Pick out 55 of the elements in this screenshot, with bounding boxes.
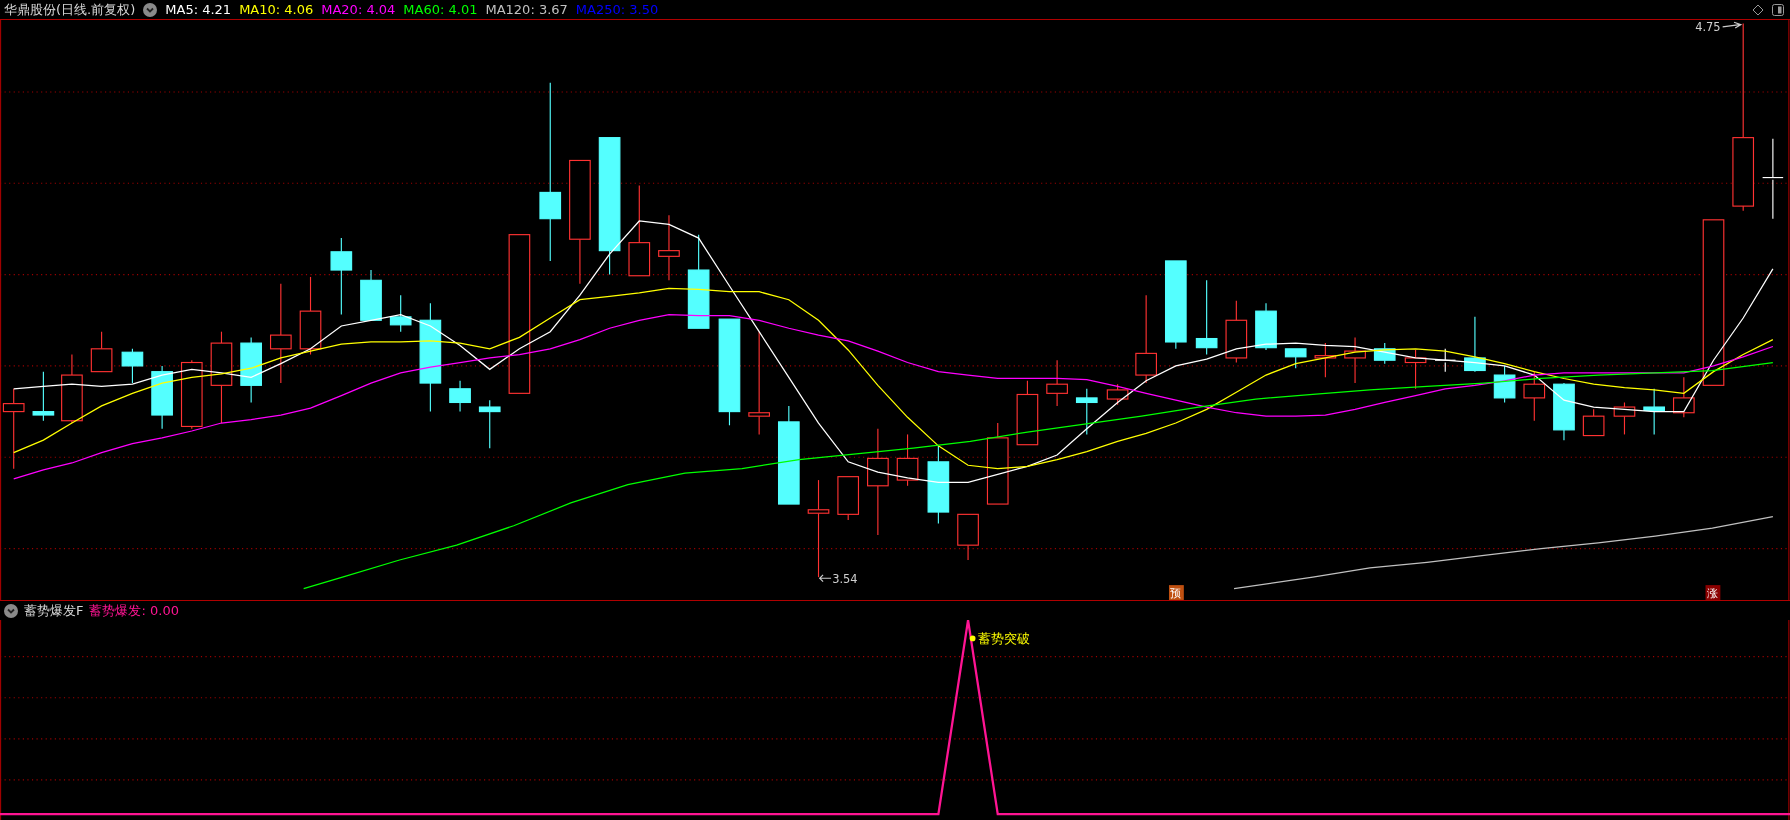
high-price-label: 4.75 [1695, 20, 1721, 35]
candlestick [1464, 316, 1486, 373]
ma-legend-item: MA5: 4.21 [165, 2, 232, 17]
candlestick [1493, 365, 1516, 404]
candlestick [360, 269, 382, 321]
signal-dot [969, 635, 976, 642]
candlestick [658, 214, 680, 281]
signal-label: 蓄势突破 [978, 630, 1031, 646]
signal-marker: 预 [1169, 585, 1184, 600]
ma-legend-item: MA250: 3.50 [575, 2, 659, 17]
candlestick [1344, 336, 1366, 384]
candlestick [837, 476, 860, 521]
arrow-icon [1722, 21, 1743, 29]
candlestick [449, 380, 471, 413]
candlestick [896, 433, 919, 487]
candlestick [1582, 408, 1605, 437]
candlestick [1255, 302, 1277, 351]
candlestick [1673, 376, 1695, 418]
dropdown-icon[interactable] [4, 603, 18, 618]
candlestick [151, 365, 173, 430]
candlestick [1373, 342, 1396, 365]
candlestick [1553, 382, 1575, 441]
low-price-label: 3.54 [832, 571, 858, 586]
candlestick [1284, 348, 1307, 369]
ma-legend-item: MA20: 4.04 [321, 2, 396, 17]
indicator-reading: 蓄势爆发: 0.00 [89, 601, 179, 620]
stock-title: 华鼎股份(日线.前复权) [4, 0, 136, 19]
panel-toggle-icon[interactable] [1772, 3, 1784, 16]
signal-marker: 涨 [1705, 585, 1721, 600]
ma-legend-item: MA10: 4.06 [239, 2, 314, 17]
candlestick [1643, 388, 1665, 435]
candlestick [1046, 359, 1068, 407]
candlestick [389, 294, 412, 333]
candlestick [32, 371, 55, 422]
candlestick [1225, 300, 1248, 364]
candlestick [1613, 401, 1636, 435]
arrow-icon [818, 574, 832, 583]
candlestick [1016, 380, 1039, 446]
ma-legend-item: MA120: 3.67 [485, 2, 568, 17]
candlestick [1075, 388, 1098, 435]
candlestick [478, 399, 501, 449]
dropdown-icon[interactable] [143, 2, 158, 17]
diamond-icon[interactable] [1752, 3, 1764, 16]
candlestick [180, 359, 203, 430]
candlestick [1523, 371, 1546, 422]
indicator-title: 蓄势爆发F [24, 601, 84, 620]
candlestick [90, 331, 113, 373]
candlestick [1314, 342, 1337, 378]
candlestick [1106, 383, 1129, 406]
candlestick [957, 513, 979, 561]
candlestick [240, 336, 262, 404]
candlestick [1404, 349, 1427, 390]
candlestick [61, 353, 83, 424]
ma-legend-item: MA60: 4.01 [403, 2, 478, 17]
candlestick [121, 348, 144, 384]
